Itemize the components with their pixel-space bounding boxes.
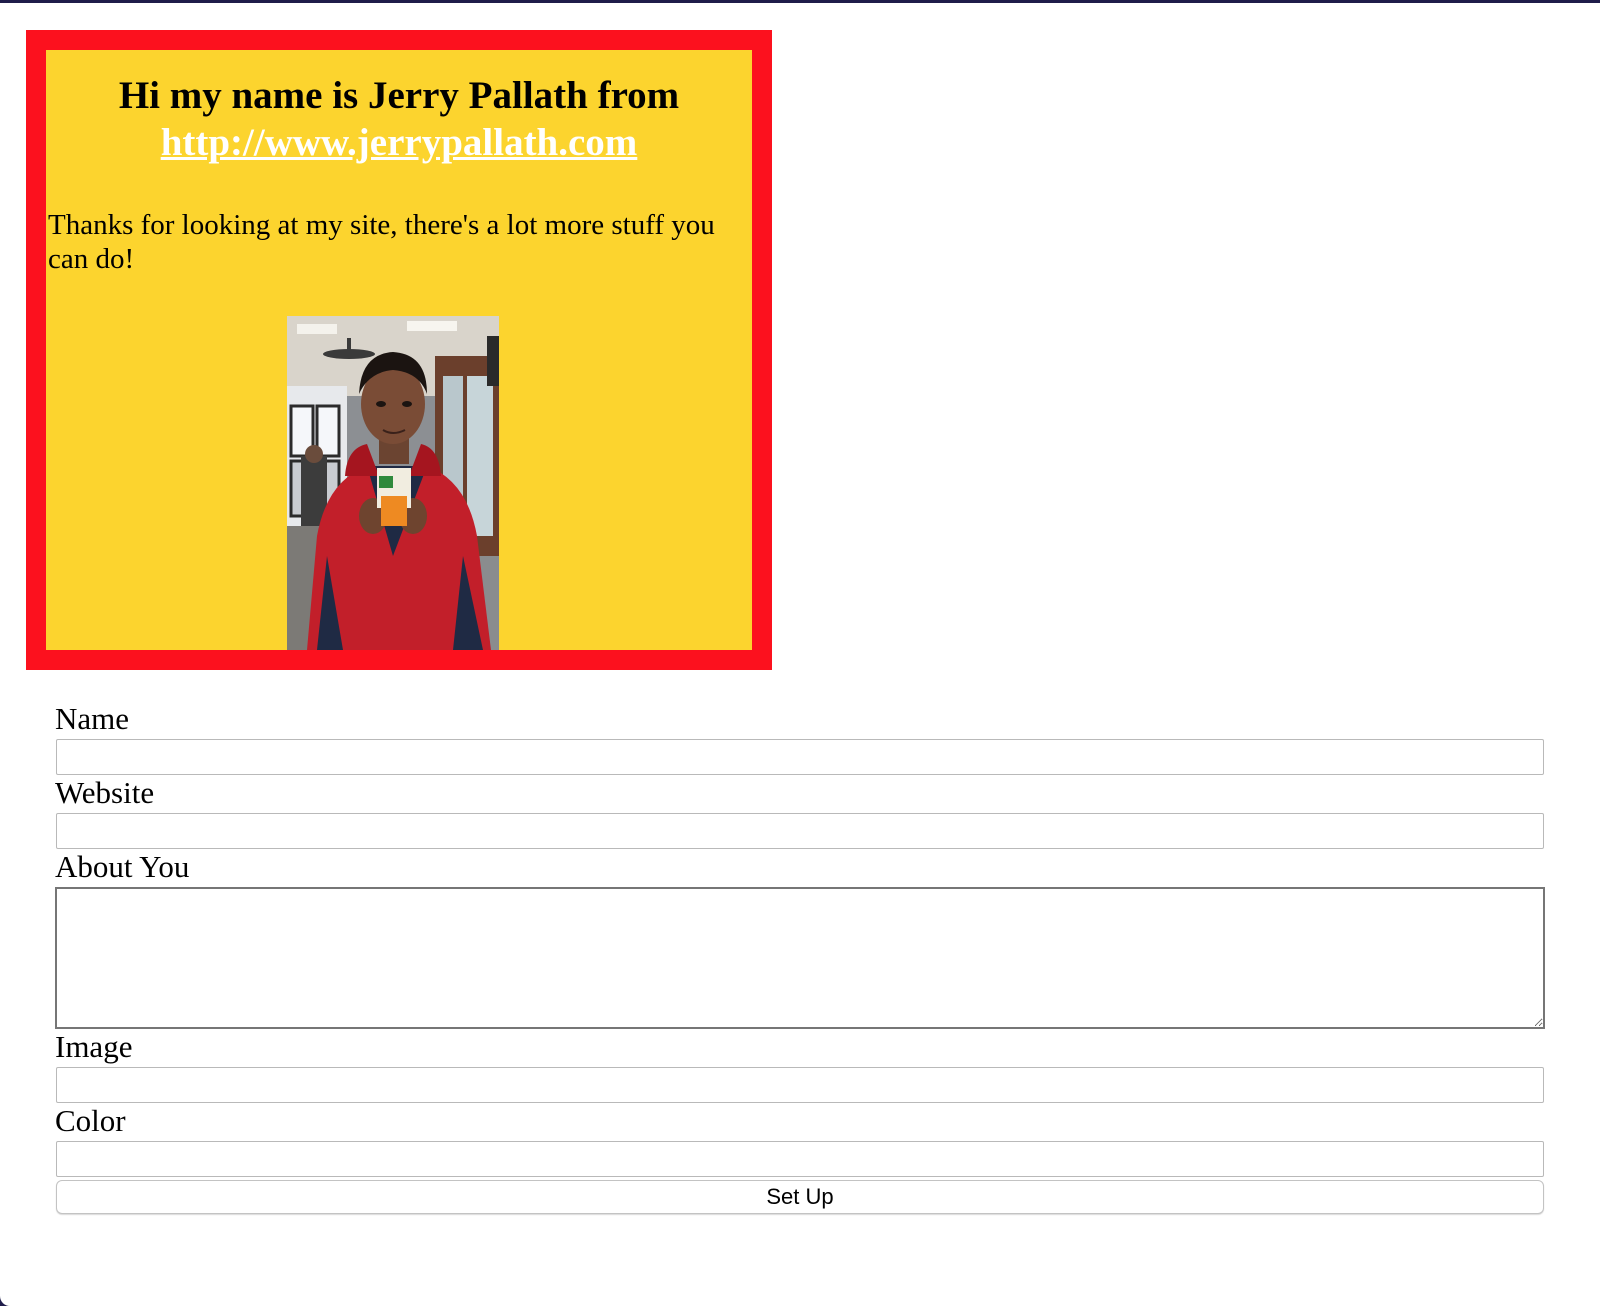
name-input[interactable] xyxy=(56,739,1544,775)
profile-photo xyxy=(287,316,499,650)
website-input[interactable] xyxy=(56,813,1544,849)
setup-form: Name Website About You Image Color Set U… xyxy=(55,701,1545,1214)
about-textarea[interactable] xyxy=(55,887,1545,1029)
image-label: Image xyxy=(55,1029,133,1064)
image-input[interactable] xyxy=(56,1067,1544,1103)
color-input[interactable] xyxy=(56,1141,1544,1177)
website-link[interactable]: http://www.jerrypallath.com xyxy=(161,121,638,164)
color-label: Color xyxy=(55,1103,126,1138)
card-heading-text: Hi my name is Jerry Pallath from xyxy=(118,74,680,117)
set-up-button[interactable]: Set Up xyxy=(56,1180,1544,1214)
browser-viewport: Hi my name is Jerry Pallath from http://… xyxy=(0,3,1600,1306)
card-body-text: Thanks for looking at my site, there's a… xyxy=(48,209,715,275)
profile-card: Hi my name is Jerry Pallath from http://… xyxy=(26,30,772,670)
website-label: Website xyxy=(55,775,155,810)
name-label: Name xyxy=(55,701,130,736)
card-heading: Hi my name is Jerry Pallath from http://… xyxy=(46,72,752,166)
about-label: About You xyxy=(55,849,190,884)
